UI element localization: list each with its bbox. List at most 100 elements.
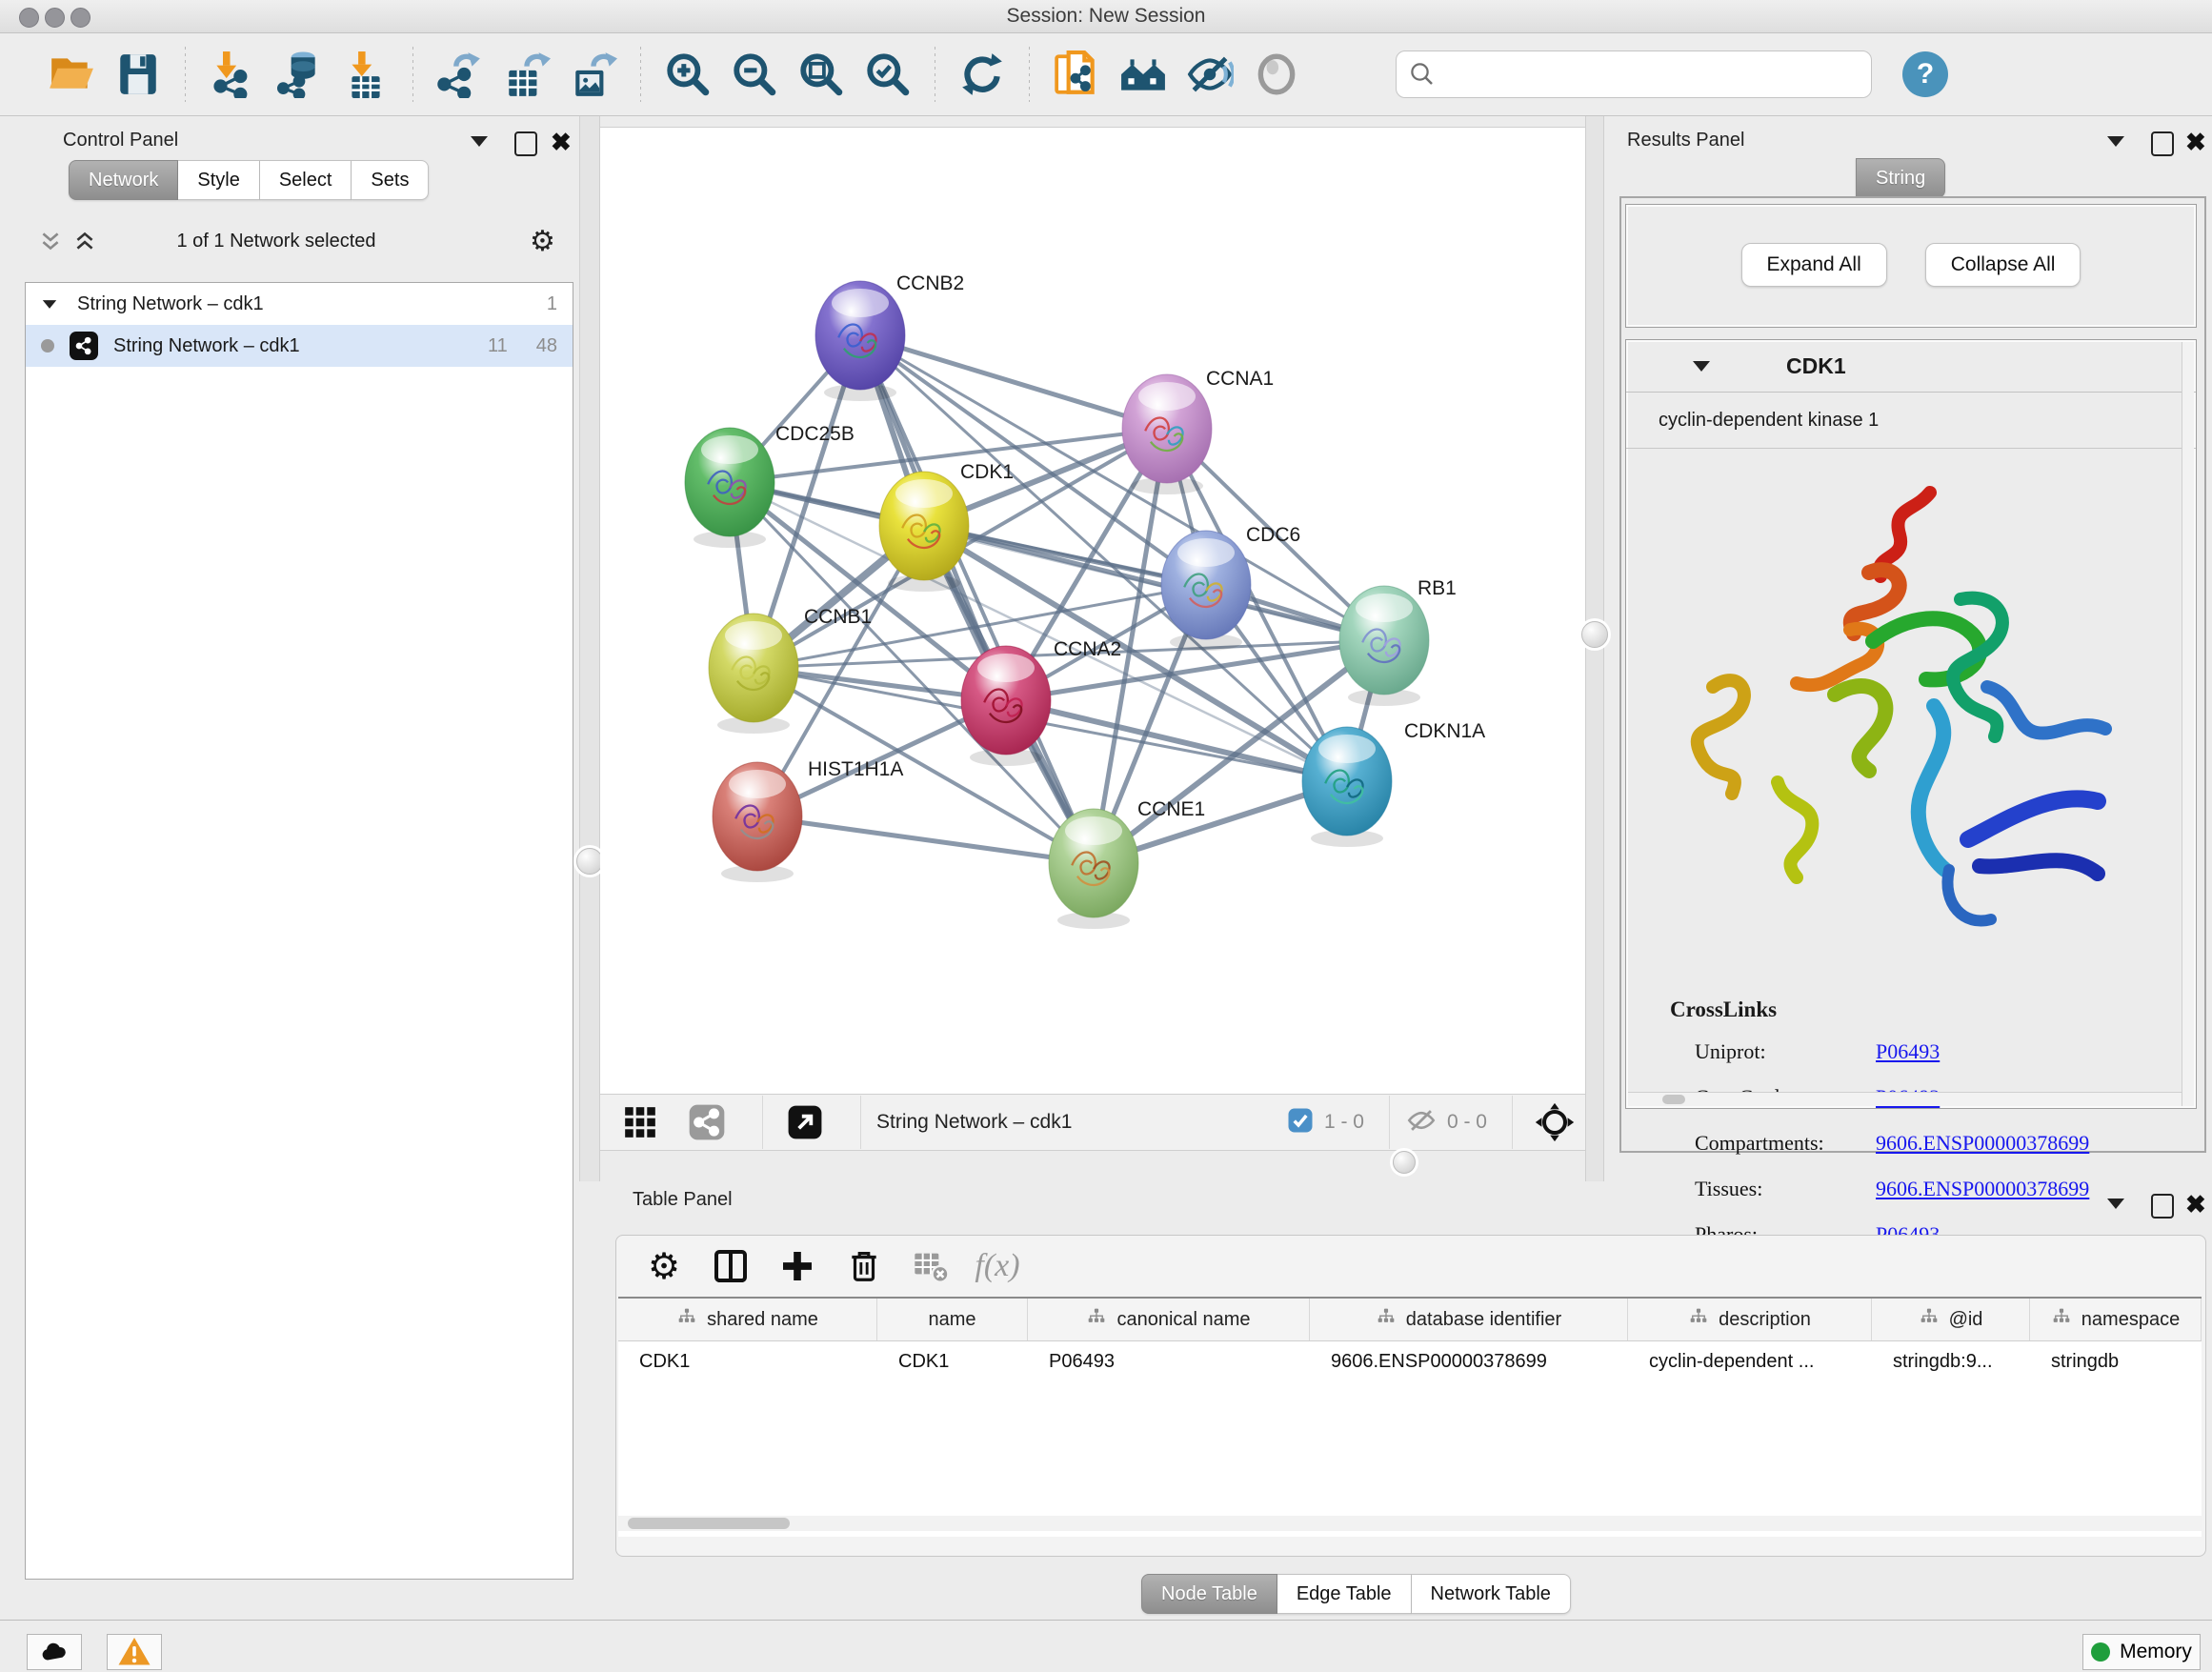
table-cell[interactable]: cyclin-dependent ... [1628, 1341, 1872, 1381]
memory-label: Memory [2120, 1641, 2192, 1663]
table-options-gear-button[interactable]: ⚙ [637, 1241, 691, 1291]
grid-view-button[interactable] [613, 1098, 667, 1147]
tab-style[interactable]: Style [178, 160, 259, 200]
show-panels-button[interactable] [1249, 44, 1304, 105]
edge-CCNB2-CCNA1[interactable] [860, 335, 1167, 429]
control-panel-menu-button[interactable] [471, 136, 488, 147]
table-cell[interactable]: P06493 [1028, 1341, 1310, 1381]
protein-section-header[interactable]: CDK1 [1626, 340, 2196, 393]
edge-CCNB2-CCNE1[interactable] [860, 335, 1094, 863]
table-panel-close-button[interactable]: ✖ [2185, 1194, 2206, 1215]
open-session-button[interactable] [44, 44, 99, 105]
table-cell[interactable]: CDK1 [877, 1341, 1028, 1381]
column-header-name[interactable]: name [877, 1299, 1028, 1340]
results-panel-menu-button[interactable] [2107, 136, 2124, 147]
import-database-button[interactable] [271, 44, 327, 105]
network-view-share-button[interactable] [680, 1098, 734, 1147]
right-splitter-handle[interactable] [1581, 621, 1608, 648]
add-column-button[interactable] [771, 1241, 824, 1291]
tab-sets[interactable]: Sets [352, 160, 429, 200]
results-horizontal-scrollbar[interactable] [1628, 1092, 2194, 1106]
network-collection-row[interactable]: String Network – cdk1 1 [26, 283, 573, 325]
node-CCNE1[interactable]: CCNE1 [1049, 798, 1205, 929]
memory-button[interactable]: Memory [2082, 1634, 2201, 1670]
selected-nodes-checkbox[interactable] [1286, 1106, 1315, 1139]
clone-network-button[interactable] [1049, 44, 1104, 105]
home-button[interactable] [1116, 44, 1171, 105]
zoom-in-button[interactable] [660, 44, 715, 105]
export-image-button[interactable] [566, 44, 621, 105]
node-HIST1H1A[interactable]: HIST1H1A [713, 758, 903, 882]
node-CDKN1A[interactable]: CDKN1A [1302, 720, 1485, 847]
tab-network-table[interactable]: Network Table [1412, 1574, 1571, 1614]
tab-edge-table[interactable]: Edge Table [1277, 1574, 1412, 1614]
column-header-@id[interactable]: @id [1872, 1299, 2030, 1340]
delete-table-button[interactable] [904, 1241, 957, 1291]
help-button[interactable]: ? [1902, 51, 1948, 97]
table-cell[interactable]: stringdb [2030, 1341, 2202, 1381]
crosslink-link[interactable]: 9606.ENSP00000378699 [1876, 1131, 2089, 1156]
table-row[interactable]: CDK1CDK1P064939606.ENSP00000378699cyclin… [618, 1341, 2202, 1381]
left-splitter[interactable] [579, 116, 600, 1181]
refresh-button[interactable] [955, 44, 1010, 105]
delete-column-button[interactable] [837, 1241, 891, 1291]
results-vertical-scrollbar[interactable] [2182, 342, 2194, 1106]
network-row[interactable]: String Network – cdk1 11 48 [26, 325, 573, 367]
expand-all-button[interactable]: Expand All [1741, 243, 1887, 287]
column-header-database-identifier[interactable]: database identifier [1310, 1299, 1628, 1340]
column-header-canonical-name[interactable]: canonical name [1028, 1299, 1310, 1340]
control-panel-float-button[interactable] [514, 131, 537, 156]
tab-node-table[interactable]: Node Table [1141, 1574, 1277, 1614]
birds-eye-view-button[interactable] [1528, 1098, 1581, 1147]
table-cell[interactable]: stringdb:9... [1872, 1341, 2030, 1381]
import-network-button[interactable] [205, 44, 260, 105]
node-CCNB1[interactable]: CCNB1 [709, 606, 872, 734]
table-panel-float-button[interactable] [2151, 1194, 2174, 1219]
hidden-elements-icon[interactable] [1405, 1104, 1438, 1141]
control-panel-close-button[interactable]: ✖ [551, 131, 572, 152]
network-canvas[interactable]: CCNB2CCNA1CDC25BCDK1CDC6RB1CCNB1CCNA2CDK… [600, 127, 1585, 1095]
hide-panels-button[interactable] [1182, 44, 1237, 105]
search-input[interactable] [1444, 54, 1871, 94]
export-table-button[interactable] [499, 44, 554, 105]
table-cell[interactable]: CDK1 [618, 1341, 877, 1381]
table-cell[interactable]: 9606.ENSP00000378699 [1310, 1341, 1628, 1381]
function-builder-button[interactable]: f(x) [971, 1241, 1024, 1291]
tab-string[interactable]: String [1856, 158, 1945, 198]
right-splitter[interactable] [1585, 116, 1604, 1181]
results-scrollbar-thumb[interactable] [1662, 1095, 1685, 1104]
string-network-icon [70, 332, 98, 360]
zoom-selected-button[interactable] [860, 44, 915, 105]
table-horizontal-scrollbar[interactable] [618, 1516, 2202, 1531]
zoom-out-button[interactable] [727, 44, 782, 105]
save-session-button[interactable] [111, 44, 166, 105]
node-RB1[interactable]: RB1 [1339, 577, 1457, 706]
crosslink-link[interactable]: P06493 [1876, 1039, 1940, 1064]
table-scrollbar-thumb[interactable] [628, 1518, 790, 1529]
collapse-all-button[interactable]: Collapse All [1925, 243, 2081, 287]
horizontal-splitter-handle[interactable] [1393, 1151, 1416, 1174]
table-panel-menu-button[interactable] [2107, 1199, 2124, 1209]
column-header-namespace[interactable]: namespace [2030, 1299, 2202, 1340]
zoom-fit-button[interactable] [794, 44, 849, 105]
node-CCNA1[interactable]: CCNA1 [1122, 368, 1274, 494]
collection-expand-caret[interactable] [41, 299, 58, 310]
edge-HIST1H1A-CCNE1[interactable] [757, 816, 1094, 863]
network-options-gear-icon[interactable]: ⚙ [530, 225, 555, 258]
protein-collapse-caret[interactable] [1693, 361, 1710, 372]
column-header-description[interactable]: description [1628, 1299, 1872, 1340]
export-network-button[interactable] [432, 44, 488, 105]
warnings-button[interactable] [107, 1634, 162, 1670]
tab-select[interactable]: Select [260, 160, 352, 200]
crosslink-link[interactable]: 9606.ENSP00000378699 [1876, 1177, 2089, 1201]
column-header-shared-name[interactable]: shared name [618, 1299, 877, 1340]
results-panel-close-button[interactable]: ✖ [2185, 131, 2206, 152]
import-table-button[interactable] [338, 44, 393, 105]
toolbar-separator [860, 1096, 861, 1149]
left-splitter-handle[interactable] [576, 848, 603, 875]
tab-network[interactable]: Network [69, 160, 178, 200]
cloud-status-button[interactable] [27, 1634, 82, 1670]
results-panel-float-button[interactable] [2151, 131, 2174, 156]
open-view-in-window-button[interactable] [778, 1098, 832, 1147]
show-columns-button[interactable] [704, 1241, 757, 1291]
